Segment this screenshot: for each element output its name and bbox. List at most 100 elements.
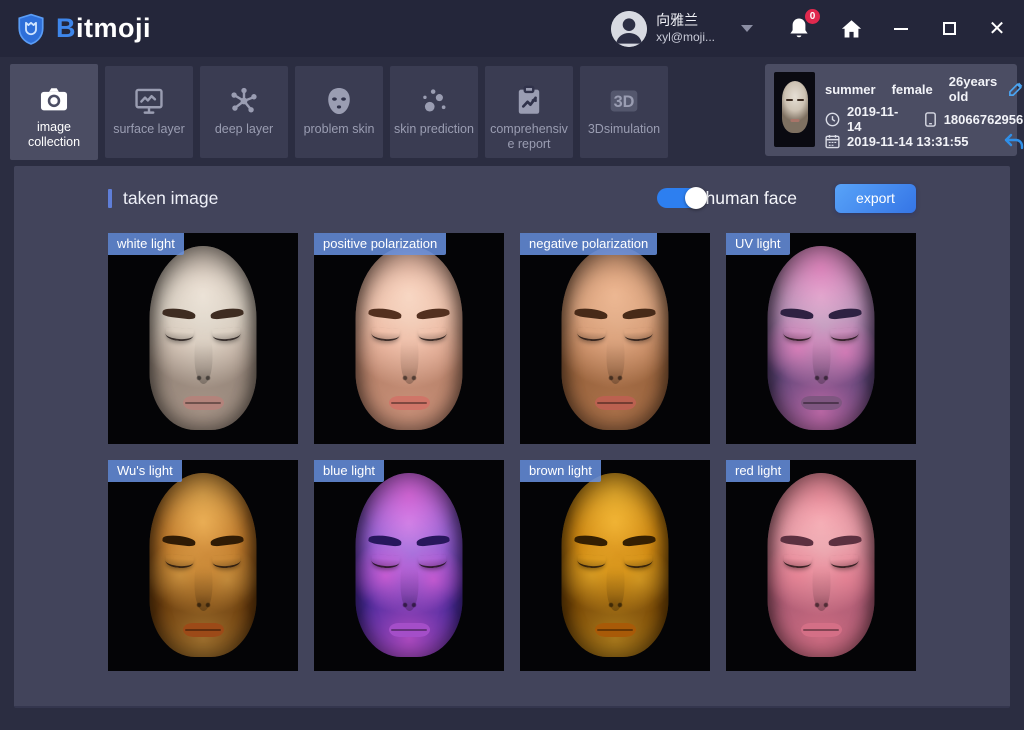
tile-white-light[interactable]: white light [108, 233, 298, 444]
patient-face-thumbnail [782, 81, 808, 133]
patient-phone: 18066762956 [944, 112, 1024, 127]
nose [400, 332, 418, 384]
face-photo [314, 233, 504, 444]
face-oval [562, 246, 669, 430]
lips [801, 623, 842, 637]
face-photo [108, 460, 298, 671]
light-mode-label: negative polarization [520, 233, 657, 255]
mask-icon [322, 80, 356, 122]
face-oval [150, 473, 257, 657]
tab-image-collection[interactable]: image collection [10, 64, 98, 160]
lips [389, 623, 430, 637]
molecule-icon [227, 80, 261, 122]
clock-icon [825, 112, 840, 127]
user-avatar[interactable] [611, 11, 647, 47]
tile-negative-polarization[interactable]: negative polarization [520, 233, 710, 444]
minimize-icon [894, 28, 908, 30]
nose [606, 559, 624, 611]
face-photo [520, 460, 710, 671]
face-oval [768, 246, 875, 430]
nose [400, 559, 418, 611]
user-email: xyl@moji... [656, 30, 715, 45]
nose [812, 332, 830, 384]
face-oval [150, 246, 257, 430]
face-photo [108, 233, 298, 444]
light-mode-label: UV light [726, 233, 790, 255]
close-button[interactable]: ✕ [986, 18, 1008, 40]
tile-blue-light[interactable]: blue light [314, 460, 504, 671]
patient-photo [774, 72, 815, 147]
tab-bar: image collection surface layer deep laye… [10, 66, 668, 160]
chevron-down-icon[interactable] [741, 25, 753, 32]
tab-label: 3Dsimulation [584, 122, 664, 137]
export-button[interactable]: export [835, 184, 916, 213]
tile-positive-polarization[interactable]: positive polarization [314, 233, 504, 444]
camera-icon [37, 78, 71, 120]
section-accent-bar [108, 189, 112, 208]
title-bar: Bitmoji 向雅兰 xyl@moji... [0, 0, 1024, 57]
app-logo: Bitmoji [16, 13, 151, 45]
minimize-button[interactable] [890, 18, 912, 40]
light-mode-label: brown light [520, 460, 601, 482]
face-oval [562, 473, 669, 657]
undo-back-icon[interactable] [1003, 132, 1024, 152]
lips [183, 396, 224, 410]
tile-wu-s-light[interactable]: Wu's light [108, 460, 298, 671]
tab-label: surface layer [109, 122, 189, 137]
calendar-icon [825, 134, 840, 149]
tab-problem-skin[interactable]: problem skin [295, 66, 383, 158]
toggle-knob [685, 187, 707, 209]
light-mode-label: red light [726, 460, 790, 482]
tab-label: image collection [10, 120, 98, 150]
phone-icon [924, 112, 937, 127]
patient-age: 26years old [949, 74, 997, 104]
patient-name: summer [825, 82, 876, 97]
home-button[interactable] [839, 17, 864, 41]
edit-patient-icon[interactable] [1008, 82, 1023, 97]
user-name: 向雅兰 [656, 12, 715, 30]
tab-label: skin prediction [390, 122, 478, 137]
patient-gender: female [892, 82, 933, 97]
face-photo [314, 460, 504, 671]
tab-surface-layer[interactable]: surface layer [105, 66, 193, 158]
nose [194, 559, 212, 611]
3d-icon: 3D [606, 80, 642, 122]
lips [595, 623, 636, 637]
tab-label: comprehensive report [485, 122, 573, 152]
tile-uv-light[interactable]: UV light [726, 233, 916, 444]
tile-red-light[interactable]: red light [726, 460, 916, 671]
user-info[interactable]: 向雅兰 xyl@moji... [656, 12, 715, 45]
notification-badge: 0 [805, 9, 820, 24]
light-mode-label: Wu's light [108, 460, 182, 482]
face-photo [726, 233, 916, 444]
bubbles-icon [417, 80, 451, 122]
tab-comprehensive-report[interactable]: comprehensive report [485, 66, 573, 158]
human-face-toggle[interactable] [657, 188, 704, 208]
lips [389, 396, 430, 410]
tab-3dsimulation[interactable]: 3D 3Dsimulation [580, 66, 668, 158]
patient-card: summer female 26years old 2019-11-14 180… [765, 64, 1017, 156]
image-grid: white light positive polarization [108, 233, 916, 671]
tab-skin-prediction[interactable]: skin prediction [390, 66, 478, 158]
face-photo [520, 233, 710, 444]
light-mode-label: positive polarization [314, 233, 446, 255]
lips [183, 623, 224, 637]
tile-brown-light[interactable]: brown light [520, 460, 710, 671]
close-icon: ✕ [989, 19, 1006, 39]
maximize-button[interactable] [938, 18, 960, 40]
lips [801, 396, 842, 410]
svg-text:3D: 3D [614, 93, 635, 111]
notifications-button[interactable]: 0 [787, 16, 811, 42]
maximize-icon [943, 22, 956, 35]
app-title: Bitmoji [56, 13, 151, 44]
patient-visit-date: 2019-11-14 [847, 104, 903, 134]
face-oval [768, 473, 875, 657]
home-icon [839, 17, 864, 41]
app-window: Bitmoji 向雅兰 xyl@moji... [0, 0, 1024, 730]
nose [606, 332, 624, 384]
face-oval [356, 246, 463, 430]
tab-deep-layer[interactable]: deep layer [200, 66, 288, 158]
capture-datetime: 2019-11-14 13:31:55 [847, 134, 968, 149]
tab-label: problem skin [300, 122, 379, 137]
face-oval [356, 473, 463, 657]
